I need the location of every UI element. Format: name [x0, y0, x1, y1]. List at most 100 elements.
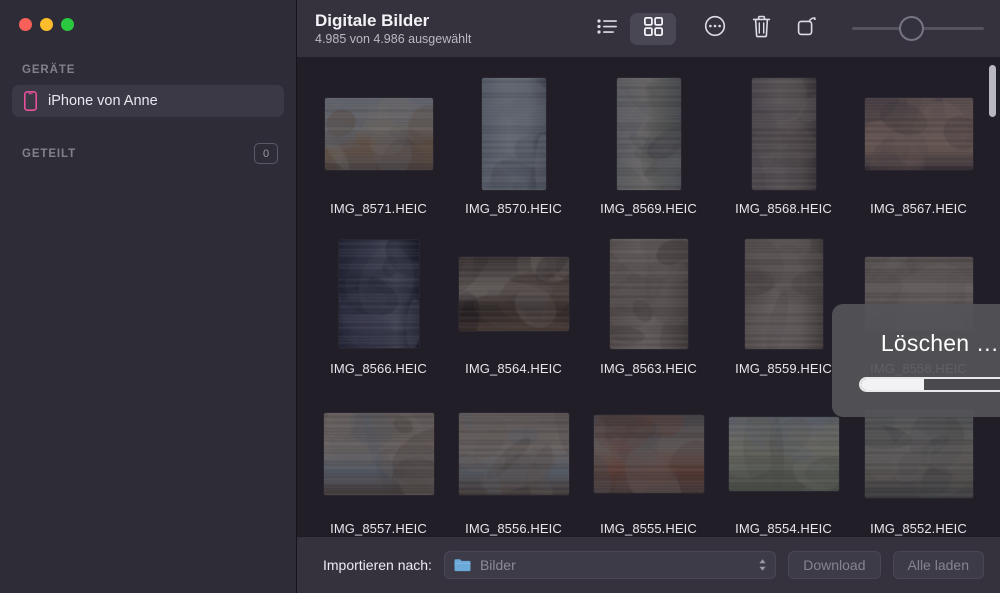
photo-filename-label: IMG_8571.HEIC — [330, 201, 427, 216]
photo-thumbnail[interactable] — [482, 78, 546, 190]
sidebar-section-shared: GETEILT 0 — [0, 143, 296, 164]
photo-filename-label: IMG_8566.HEIC — [330, 361, 427, 376]
photo-thumbnail-image — [339, 240, 419, 348]
grid-view-button[interactable] — [630, 13, 676, 45]
sidebar-section-header-devices: GERÄTE — [0, 64, 296, 76]
sidebar-section-header-shared[interactable]: GETEILT 0 — [0, 143, 296, 164]
photo-thumbnail[interactable] — [729, 417, 839, 491]
photo-thumbnail-wrapper — [581, 389, 716, 519]
photo-thumbnail-image — [617, 78, 681, 190]
photo-grid-item[interactable]: IMG_8564.HEIC — [446, 229, 581, 389]
photo-thumbnail-image — [752, 78, 816, 190]
photo-thumbnail[interactable] — [594, 415, 704, 493]
photo-thumbnail-image — [325, 98, 433, 170]
sidebar-item-iphone[interactable]: iPhone von Anne — [12, 85, 284, 117]
photo-grid-item[interactable]: IMG_8568.HEIC — [716, 69, 851, 229]
rotate-button[interactable] — [784, 13, 830, 45]
more-options-button[interactable] — [692, 13, 738, 45]
photo-thumbnail-image — [865, 98, 973, 170]
photo-filename-label: IMG_8556.HEIC — [465, 521, 562, 536]
sidebar-section-devices: GERÄTE iPhone von Anne — [0, 64, 296, 117]
photo-thumbnail[interactable] — [865, 410, 973, 498]
progress-bar-fill — [861, 379, 925, 390]
photo-thumbnail[interactable] — [745, 239, 823, 349]
photo-filename-label: IMG_8569.HEIC — [600, 201, 697, 216]
ellipsis-circle-icon — [704, 15, 726, 42]
photo-thumbnail[interactable] — [459, 413, 569, 495]
toolbar: Digitale Bilder 4.985 von 4.986 ausgewäh… — [297, 0, 1000, 57]
photo-thumbnail[interactable] — [324, 413, 434, 495]
list-icon — [597, 19, 618, 39]
photo-thumbnail-wrapper — [446, 69, 581, 199]
photo-grid-item[interactable]: IMG_8554.HEIC — [716, 389, 851, 536]
photo-thumbnail-image — [610, 239, 688, 349]
photo-thumbnail-image — [459, 413, 569, 495]
import-destination-label: Importieren nach: — [323, 557, 432, 573]
thumbnail-size-slider[interactable] — [852, 13, 984, 45]
photo-thumbnail[interactable] — [459, 257, 569, 331]
photo-filename-label: IMG_8555.HEIC — [600, 521, 697, 536]
photo-thumbnail-image — [482, 78, 546, 190]
photo-filename-label: IMG_8563.HEIC — [600, 361, 697, 376]
photo-filename-label: IMG_8552.HEIC — [870, 521, 967, 536]
photo-grid-item[interactable]: IMG_8563.HEIC — [581, 229, 716, 389]
photo-filename-label: IMG_8568.HEIC — [735, 201, 832, 216]
import-destination-select[interactable]: Bilder — [444, 551, 776, 579]
photo-thumbnail[interactable] — [610, 239, 688, 349]
download-button[interactable]: Download — [788, 551, 880, 579]
photo-thumbnail[interactable] — [865, 98, 973, 170]
minimize-button[interactable] — [40, 18, 53, 31]
image-capture-window: GERÄTE iPhone von Anne GETEILT 0 — [0, 0, 1000, 593]
delete-button[interactable] — [738, 13, 784, 45]
photo-thumbnail[interactable] — [752, 78, 816, 190]
photo-thumbnail-image — [459, 257, 569, 331]
vertical-scrollbar[interactable] — [989, 65, 996, 117]
maximize-button[interactable] — [61, 18, 74, 31]
photo-grid-area[interactable]: IMG_8571.HEIC IMG_8570.HEIC IMG_8569.HEIC I… — [297, 57, 1000, 536]
close-button[interactable] — [19, 18, 32, 31]
sidebar: GERÄTE iPhone von Anne GETEILT 0 — [0, 0, 297, 593]
progress-bar — [859, 377, 1000, 392]
photo-thumbnail-wrapper — [311, 389, 446, 519]
photo-grid-item[interactable]: IMG_8570.HEIC — [446, 69, 581, 229]
photo-filename-label: IMG_8570.HEIC — [465, 201, 562, 216]
sidebar-content: GERÄTE iPhone von Anne GETEILT 0 — [0, 64, 296, 164]
photo-grid-item[interactable]: IMG_8571.HEIC — [311, 69, 446, 229]
photo-thumbnail-wrapper — [851, 69, 986, 199]
folder-icon — [454, 558, 471, 572]
dialog-title: Löschen … — [881, 330, 999, 357]
photo-grid-item[interactable]: IMG_8555.HEIC — [581, 389, 716, 536]
photo-filename-label: IMG_8567.HEIC — [870, 201, 967, 216]
window-controls — [19, 18, 74, 31]
photo-filename-label: IMG_8564.HEIC — [465, 361, 562, 376]
import-bar: Importieren nach: Bilder Download — [297, 536, 1000, 593]
photo-thumbnail-image — [729, 417, 839, 491]
photo-grid-item[interactable]: IMG_8556.HEIC — [446, 389, 581, 536]
photo-grid-item[interactable]: IMG_8569.HEIC — [581, 69, 716, 229]
trash-icon — [752, 15, 771, 43]
photo-thumbnail[interactable] — [339, 240, 419, 348]
sidebar-section-label-devices: GERÄTE — [22, 64, 75, 76]
photo-thumbnail-image — [594, 415, 704, 493]
photo-thumbnail[interactable] — [325, 98, 433, 170]
photo-grid-item[interactable]: IMG_8557.HEIC — [311, 389, 446, 536]
main-area: Digitale Bilder 4.985 von 4.986 ausgewäh… — [297, 0, 1000, 593]
list-view-button[interactable] — [584, 13, 630, 45]
sidebar-section-label-shared: GETEILT — [22, 148, 76, 160]
grid-icon — [644, 17, 663, 41]
photo-thumbnail-image — [865, 410, 973, 498]
photo-grid-item[interactable]: IMG_8559.HEIC — [716, 229, 851, 389]
photo-thumbnail[interactable] — [617, 78, 681, 190]
photo-grid-item[interactable]: IMG_8567.HEIC — [851, 69, 986, 229]
iphone-icon — [24, 91, 37, 111]
load-all-button[interactable]: Alle laden — [893, 551, 985, 579]
slider-thumb[interactable] — [899, 16, 924, 41]
title-block: Digitale Bilder 4.985 von 4.986 ausgewäh… — [315, 11, 530, 47]
selection-status: 4.985 von 4.986 ausgewählt — [315, 32, 530, 46]
photo-thumbnail-wrapper — [446, 229, 581, 359]
rotate-icon — [797, 16, 818, 42]
photo-grid-item[interactable]: IMG_8566.HEIC — [311, 229, 446, 389]
import-destination-value: Bilder — [480, 557, 516, 573]
photo-thumbnail-wrapper — [581, 69, 716, 199]
photo-thumbnail-wrapper — [446, 389, 581, 519]
